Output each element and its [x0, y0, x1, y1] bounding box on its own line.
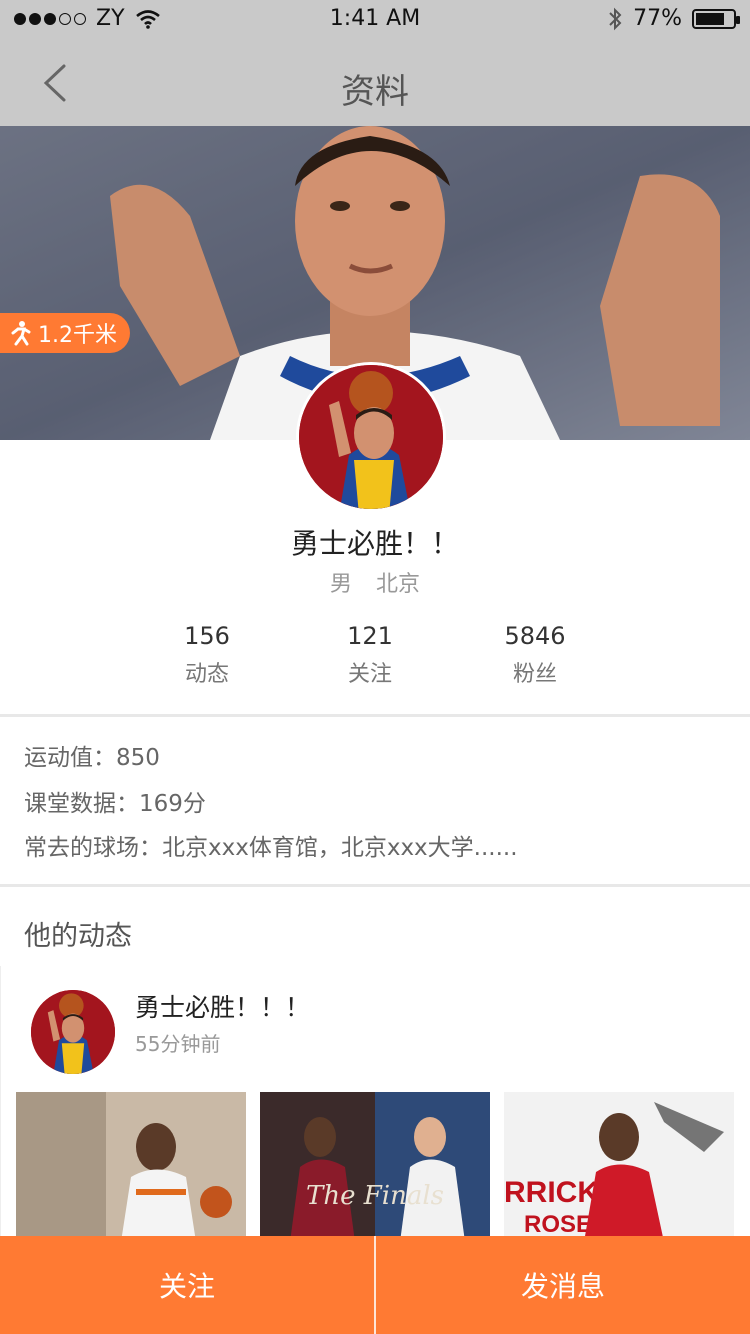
running-person-icon: [11, 321, 31, 346]
bottom-action-bar: 关注 发消息: [0, 1236, 750, 1334]
status-right: 77%: [607, 6, 740, 31]
nav-bar: 资料: [0, 40, 750, 126]
post-author-avatar[interactable]: [31, 990, 115, 1074]
stat-following[interactable]: 121 关注: [300, 622, 440, 688]
user-gender: 男: [329, 572, 352, 597]
stat-fans-label: 粉丝: [512, 662, 557, 687]
user-sub-info: 男 北京: [0, 566, 750, 598]
stat-fans-count: 5846: [504, 622, 566, 650]
stat-posts-count: 156: [184, 622, 230, 650]
post-image-2[interactable]: The Finals: [260, 1092, 490, 1242]
stat-fans[interactable]: 5846 粉丝: [465, 622, 605, 688]
distance-badge: 1.2千米: [0, 313, 130, 353]
divider: [0, 884, 750, 887]
battery-percent: 77%: [633, 6, 682, 31]
post-title: 勇士必胜！！！: [135, 993, 311, 1022]
user-name: 勇士必胜！！: [290, 527, 459, 560]
battery-icon: [692, 8, 740, 29]
stat-following-count: 121: [347, 622, 393, 650]
stat-following-label: 关注: [347, 662, 392, 687]
svg-text:RRICK: RRICK: [504, 1176, 599, 1209]
stats-row: 156 动态 121 关注 5846 粉丝: [0, 622, 750, 692]
status-bar: ZY 1:41 AM 77%: [0, 0, 750, 40]
class-data: 课堂数据：169分: [24, 791, 206, 817]
user-city: 北京: [376, 572, 421, 597]
svg-text:The Finals: The Finals: [306, 1181, 444, 1211]
post-image-1[interactable]: [16, 1092, 246, 1242]
post-time: 55分钟前: [135, 1032, 221, 1056]
follow-button[interactable]: 关注: [0, 1236, 374, 1334]
page-title: 资料: [341, 72, 409, 112]
feed-post[interactable]: 勇士必胜！！！ 55分钟前 The Finals RRICK ROSE: [0, 966, 750, 1242]
post-image-3[interactable]: RRICK ROSE: [504, 1092, 734, 1242]
send-message-button[interactable]: 发消息: [376, 1236, 750, 1334]
user-avatar[interactable]: [296, 362, 446, 512]
bottom-separator: [374, 1236, 376, 1334]
section-title: 他的动态: [24, 921, 132, 952]
distance-text: 1.2千米: [38, 323, 117, 348]
frequent-courts: 常去的球场：北京xxx体育馆，北京xxx大学......: [24, 835, 518, 861]
sport-value: 运动值：850: [24, 745, 160, 771]
bluetooth-icon: [609, 7, 622, 30]
stat-posts-label: 动态: [184, 662, 229, 687]
stat-posts[interactable]: 156 动态: [137, 622, 277, 688]
divider: [0, 714, 750, 717]
svg-text:ROSE: ROSE: [524, 1211, 592, 1238]
